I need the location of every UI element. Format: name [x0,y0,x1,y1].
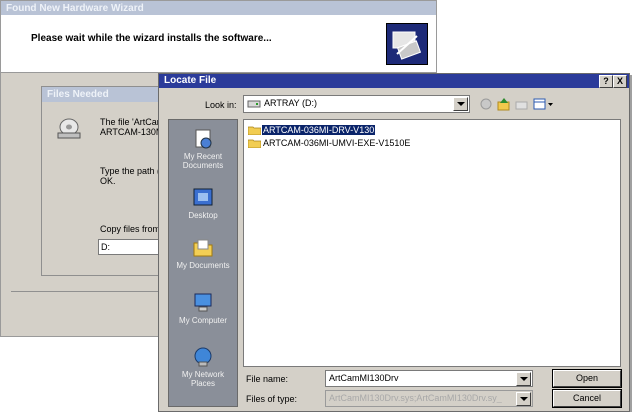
file-type-select: ArtCamMI130Drv.sys;ArtCamMI130Drv.sy_ [325,390,533,407]
cd-drive-icon [56,117,82,141]
missing-file-line2: ARTCAM-130M [100,127,164,137]
file-name-dropdown-arrow[interactable] [516,372,531,386]
recent-documents-icon [191,128,215,150]
desktop-icon [191,187,215,209]
list-item[interactable]: ARTCAM-036MI-DRV-V130 [247,125,376,136]
place-label: My Documents [176,261,230,270]
locate-file-titlebar: Locate File ? X [159,74,629,88]
my-documents-icon [191,237,215,259]
my-computer-icon [191,292,215,314]
file-name-input[interactable]: ArtCamMI130Drv [325,370,533,387]
file-type-dropdown-arrow [516,392,531,406]
view-menu-icon[interactable] [533,97,555,111]
look-in-dropdown-arrow[interactable] [453,97,468,111]
place-recent-documents[interactable]: My Recent Documents [169,128,237,170]
type-path-text: Type the path ( OK. [100,166,160,186]
open-button[interactable]: Open [552,369,622,388]
new-folder-icon[interactable] [515,97,529,111]
wizard-message: Please wait while the wizard installs th… [31,33,272,44]
place-label: My Computer [178,316,227,325]
hardware-wizard-icon [386,23,428,65]
network-places-icon [191,346,215,368]
back-icon[interactable] [479,97,493,111]
missing-file-text: The file 'ArtCan ARTCAM-130M [100,117,163,137]
locate-file-title: Locate File [164,75,217,86]
place-label: Desktop [188,211,218,220]
close-button[interactable]: X [613,75,627,88]
drive-icon [247,98,261,111]
look-in-value: ARTRAY (D:) [264,98,318,108]
place-label: My Recent Documents [182,152,224,170]
cancel-button[interactable]: Cancel [552,389,622,408]
up-folder-icon[interactable] [497,97,511,111]
wizard-header: Please wait while the wizard installs th… [1,15,436,73]
file-name-value: ArtCamMI130Drv [329,373,399,383]
folder-icon [247,139,262,149]
file-name-label: File name: [246,374,289,384]
copy-files-label: Copy files from: [100,224,163,234]
look-in-label: Look in: [205,100,237,110]
file-type-label: Files of type: [246,394,298,404]
place-my-documents[interactable]: My Documents [169,237,237,270]
place-network-places[interactable]: My Network Places [169,346,237,388]
type-path-line1: Type the path ( [100,166,161,176]
file-name: ARTCAM-036MI-UMVI-EXE-V1510E [263,138,411,149]
missing-file-line1: The file 'ArtCan [100,117,162,127]
file-list[interactable]: ARTCAM-036MI-DRV-V130 ARTCAM-036MI-UMVI-… [243,119,621,367]
look-in-dropdown[interactable]: ARTRAY (D:) [243,95,470,113]
look-in-label-text: Look in: [205,100,237,110]
help-button[interactable]: ? [599,75,613,88]
place-desktop[interactable]: Desktop [169,187,237,220]
places-bar: My Recent Documents Desktop My Documents… [168,119,238,407]
place-label: My Network Places [181,370,225,388]
place-my-computer[interactable]: My Computer [169,292,237,325]
folder-icon [247,126,262,136]
type-path-line2: OK. [100,176,116,186]
locate-file-dialog: Locate File ? X Look in: ARTRAY (D:) My … [158,73,630,412]
file-type-value: ArtCamMI130Drv.sys;ArtCamMI130Drv.sy_ [329,393,502,403]
wizard-title: Found New Hardware Wizard [1,1,436,16]
file-name: ARTCAM-036MI-DRV-V130 [262,125,376,136]
list-item[interactable]: ARTCAM-036MI-UMVI-EXE-V1510E [247,138,411,149]
